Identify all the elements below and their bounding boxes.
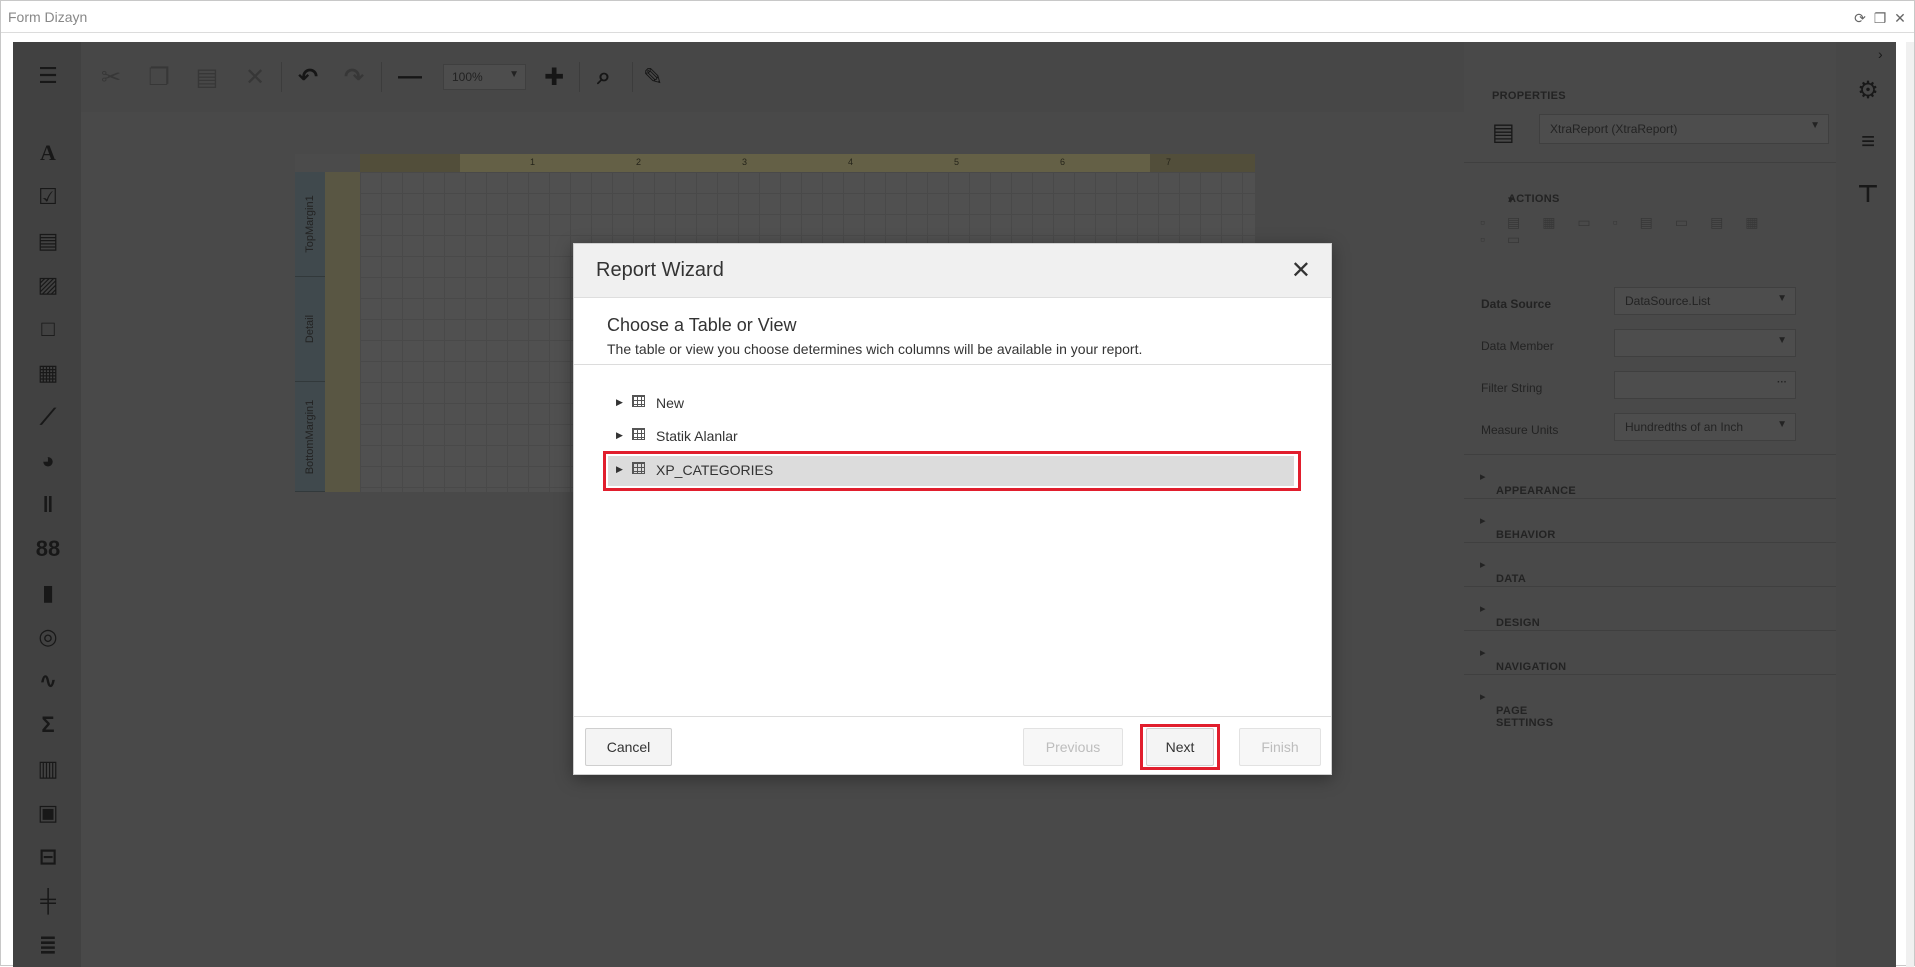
window-title: Form Dizayn xyxy=(8,9,88,25)
expand-arrow-icon[interactable]: ▶ xyxy=(616,430,623,441)
cancel-button[interactable]: Cancel xyxy=(585,728,672,766)
next-highlight xyxy=(1140,724,1220,770)
finish-button[interactable]: Finish xyxy=(1239,728,1321,766)
divider xyxy=(574,716,1331,717)
window-title-bar: Form Dizayn ⟳ ❐ ✕ xyxy=(1,1,1914,33)
restore-icon[interactable]: ❐ xyxy=(1872,10,1888,26)
close-window-icon[interactable]: ✕ xyxy=(1892,10,1908,26)
close-icon[interactable]: ✕ xyxy=(1291,256,1311,285)
previous-button[interactable]: Previous xyxy=(1023,728,1123,766)
expand-arrow-icon[interactable]: ▶ xyxy=(616,397,623,408)
list-item-statik-alanlar[interactable]: ▶ Statik Alanlar xyxy=(608,422,1294,452)
window: Form Dizayn ⟳ ❐ ✕ ☰ A ☑ ▤ ▨ □ ▦ ⟋ ◕ ‖ 88… xyxy=(0,0,1915,967)
dialog-title: Report Wizard xyxy=(596,259,724,281)
table-icon xyxy=(632,395,645,407)
divider xyxy=(574,364,1331,365)
dialog-header: Report Wizard ✕ xyxy=(574,244,1331,298)
refresh-icon[interactable]: ⟳ xyxy=(1852,10,1868,26)
table-icon xyxy=(632,428,645,440)
scrollbar[interactable] xyxy=(1906,42,1914,967)
report-wizard-dialog: Report Wizard ✕ Choose a Table or View T… xyxy=(573,243,1332,775)
list-item-new[interactable]: ▶ New xyxy=(608,389,1294,419)
step-title: Choose a Table or View xyxy=(607,315,797,335)
selection-highlight xyxy=(603,451,1301,491)
step-description: The table or view you choose determines … xyxy=(607,341,1143,357)
